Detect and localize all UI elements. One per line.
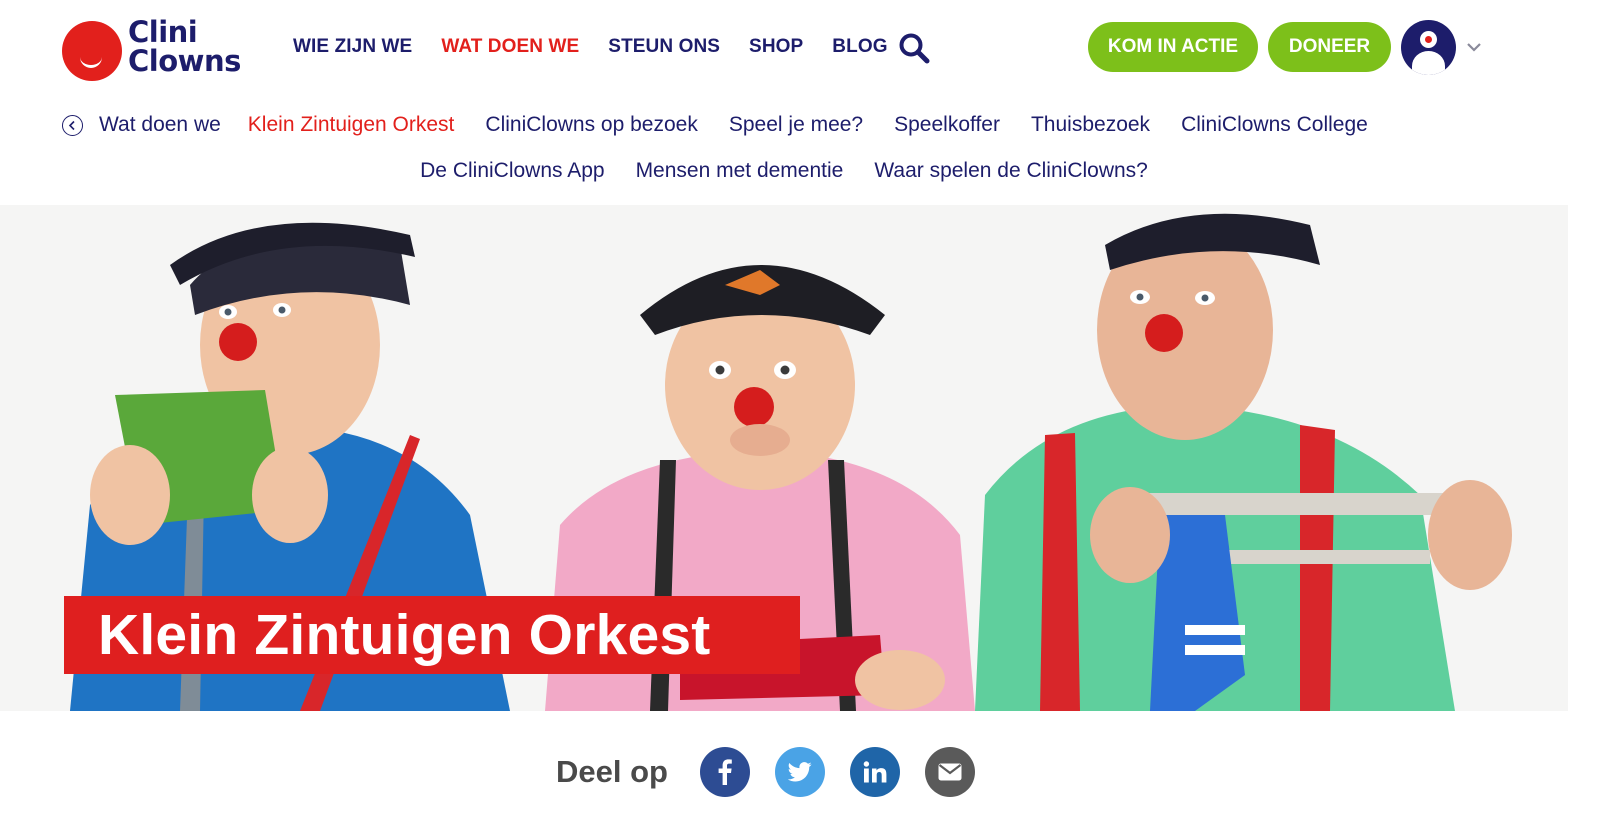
search-icon[interactable] [898, 32, 930, 64]
nav-wie-zijn-we[interactable]: WIE ZIJN WE [293, 36, 412, 58]
chevron-down-icon[interactable] [1466, 38, 1482, 52]
logo-red-nose-icon [62, 21, 122, 81]
back-link-label: Wat doen we [99, 113, 221, 136]
hero-title-banner: Klein Zintuigen Orkest [64, 596, 800, 674]
subnav-cliniclowns-app[interactable]: De CliniClowns App [420, 159, 604, 183]
kom-in-actie-button[interactable]: KOM IN ACTIE [1088, 22, 1258, 72]
doneer-button[interactable]: DONEER [1268, 22, 1391, 72]
clown-right-illustration [975, 213, 1512, 711]
subnav-speel-je-mee[interactable]: Speel je mee? [729, 113, 863, 137]
nav-steun-ons[interactable]: STEUN ONS [608, 36, 720, 58]
nav-blog[interactable]: BLOG [832, 36, 887, 58]
chevron-left-circle-icon [62, 114, 83, 136]
subnav-mensen-met-dementie[interactable]: Mensen met dementie [636, 159, 844, 183]
subnav-cliniclowns-op-bezoek[interactable]: CliniClowns op bezoek [485, 113, 697, 137]
cliniclowns-logo[interactable]: Clini Clowns [62, 18, 252, 82]
subnav-cliniclowns-college[interactable]: CliniClowns College [1181, 113, 1368, 137]
linkedin-icon[interactable] [849, 747, 900, 797]
logo-wordmark: Clini Clowns [128, 15, 241, 78]
nav-shop[interactable]: SHOP [749, 36, 803, 58]
account-avatar-icon[interactable] [1401, 20, 1456, 75]
share-label: Deel op [556, 754, 668, 789]
subnav-waar-spelen[interactable]: Waar spelen de CliniClowns? [874, 159, 1148, 183]
subnav-speelkoffer[interactable]: Speelkoffer [894, 113, 1000, 137]
share-bar: Deel op [556, 747, 975, 797]
subnav-klein-zintuigen-orkest[interactable]: Klein Zintuigen Orkest [248, 113, 455, 137]
main-navigation: WIE ZIJN WE WAT DOEN WE STEUN ONS SHOP B… [293, 36, 917, 58]
back-link-wat-doen-we[interactable]: Wat doen we [62, 113, 221, 137]
sub-navigation-row-2: De CliniClowns App Mensen met dementie W… [0, 156, 1568, 186]
sub-navigation: Wat doen we Klein Zintuigen Orkest Clini… [62, 110, 1399, 140]
nav-wat-doen-we[interactable]: WAT DOEN WE [441, 36, 579, 58]
mail-icon[interactable] [924, 747, 975, 797]
hero-banner: Klein Zintuigen Orkest [0, 205, 1568, 711]
twitter-icon[interactable] [774, 747, 825, 797]
subnav-thuisbezoek[interactable]: Thuisbezoek [1031, 113, 1150, 137]
facebook-icon[interactable] [699, 747, 750, 797]
page-title: Klein Zintuigen Orkest [98, 603, 711, 667]
